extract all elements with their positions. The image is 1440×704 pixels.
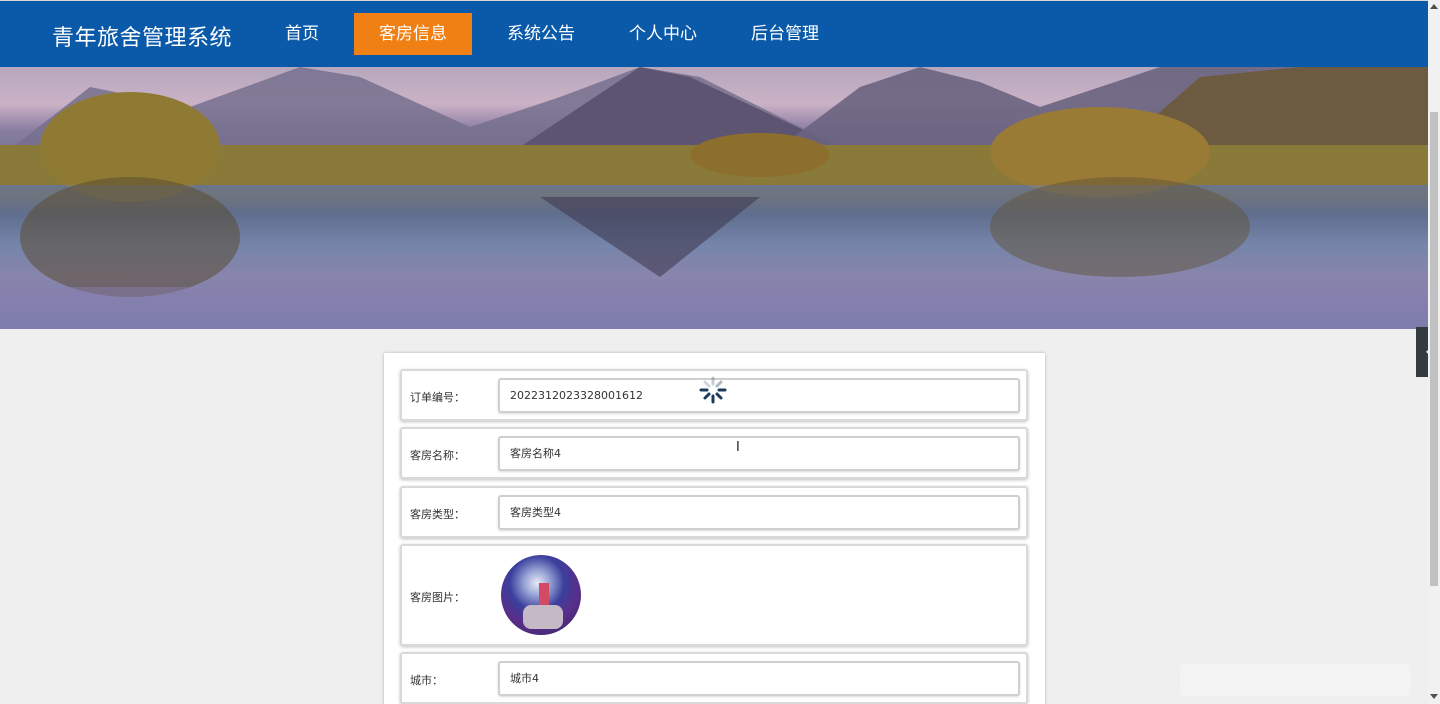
nav-room-info[interactable]: 客房信息 <box>354 13 472 55</box>
nav-home[interactable]: 首页 <box>266 13 338 55</box>
site-brand[interactable]: 青年旅舍管理系统 <box>52 20 232 52</box>
city-field[interactable]: 城市4 <box>498 661 1020 696</box>
room-type-label: 客房类型： <box>410 508 465 521</box>
main-nav: 首页 客房信息 系统公告 个人中心 后台管理 <box>266 13 854 55</box>
scroll-up-arrow-icon[interactable] <box>1430 4 1438 9</box>
banner-landscape-image <box>0 67 1428 329</box>
room-name-row: 客房名称： 客房名称4 <box>400 427 1028 479</box>
scroll-down-arrow-icon[interactable] <box>1430 694 1438 699</box>
city-row: 城市： 城市4 <box>400 652 1028 704</box>
room-type-field[interactable]: 客房类型4 <box>498 495 1020 530</box>
faded-overlay <box>1180 664 1410 696</box>
spinner-icon <box>699 376 727 404</box>
top-navbar: 青年旅舍管理系统 首页 客房信息 系统公告 个人中心 后台管理 <box>0 0 1428 67</box>
room-name-label: 客房名称： <box>410 449 465 462</box>
room-image-thumbnail[interactable] <box>501 555 581 635</box>
room-name-field[interactable]: 客房名称4 <box>498 436 1020 471</box>
scroll-thumb[interactable] <box>1430 112 1438 586</box>
nav-announcements[interactable]: 系统公告 <box>488 13 594 55</box>
room-image-row: 客房图片： <box>400 544 1028 646</box>
order-no-label: 订单编号： <box>410 391 465 404</box>
thumb-detail-bed <box>523 605 563 629</box>
text-cursor-icon: I <box>736 440 740 455</box>
page-scrollbar[interactable] <box>1428 0 1440 704</box>
banner-carousel[interactable] <box>0 67 1428 329</box>
order-no-field[interactable]: 2022312023328001612 <box>498 378 1020 413</box>
nav-personal-center[interactable]: 个人中心 <box>610 13 716 55</box>
nav-admin[interactable]: 后台管理 <box>732 13 838 55</box>
room-type-row: 客房类型： 客房类型4 <box>400 486 1028 538</box>
room-image-label: 客房图片： <box>410 591 465 604</box>
city-label: 城市： <box>410 674 443 687</box>
thumb-detail-door <box>539 583 549 607</box>
